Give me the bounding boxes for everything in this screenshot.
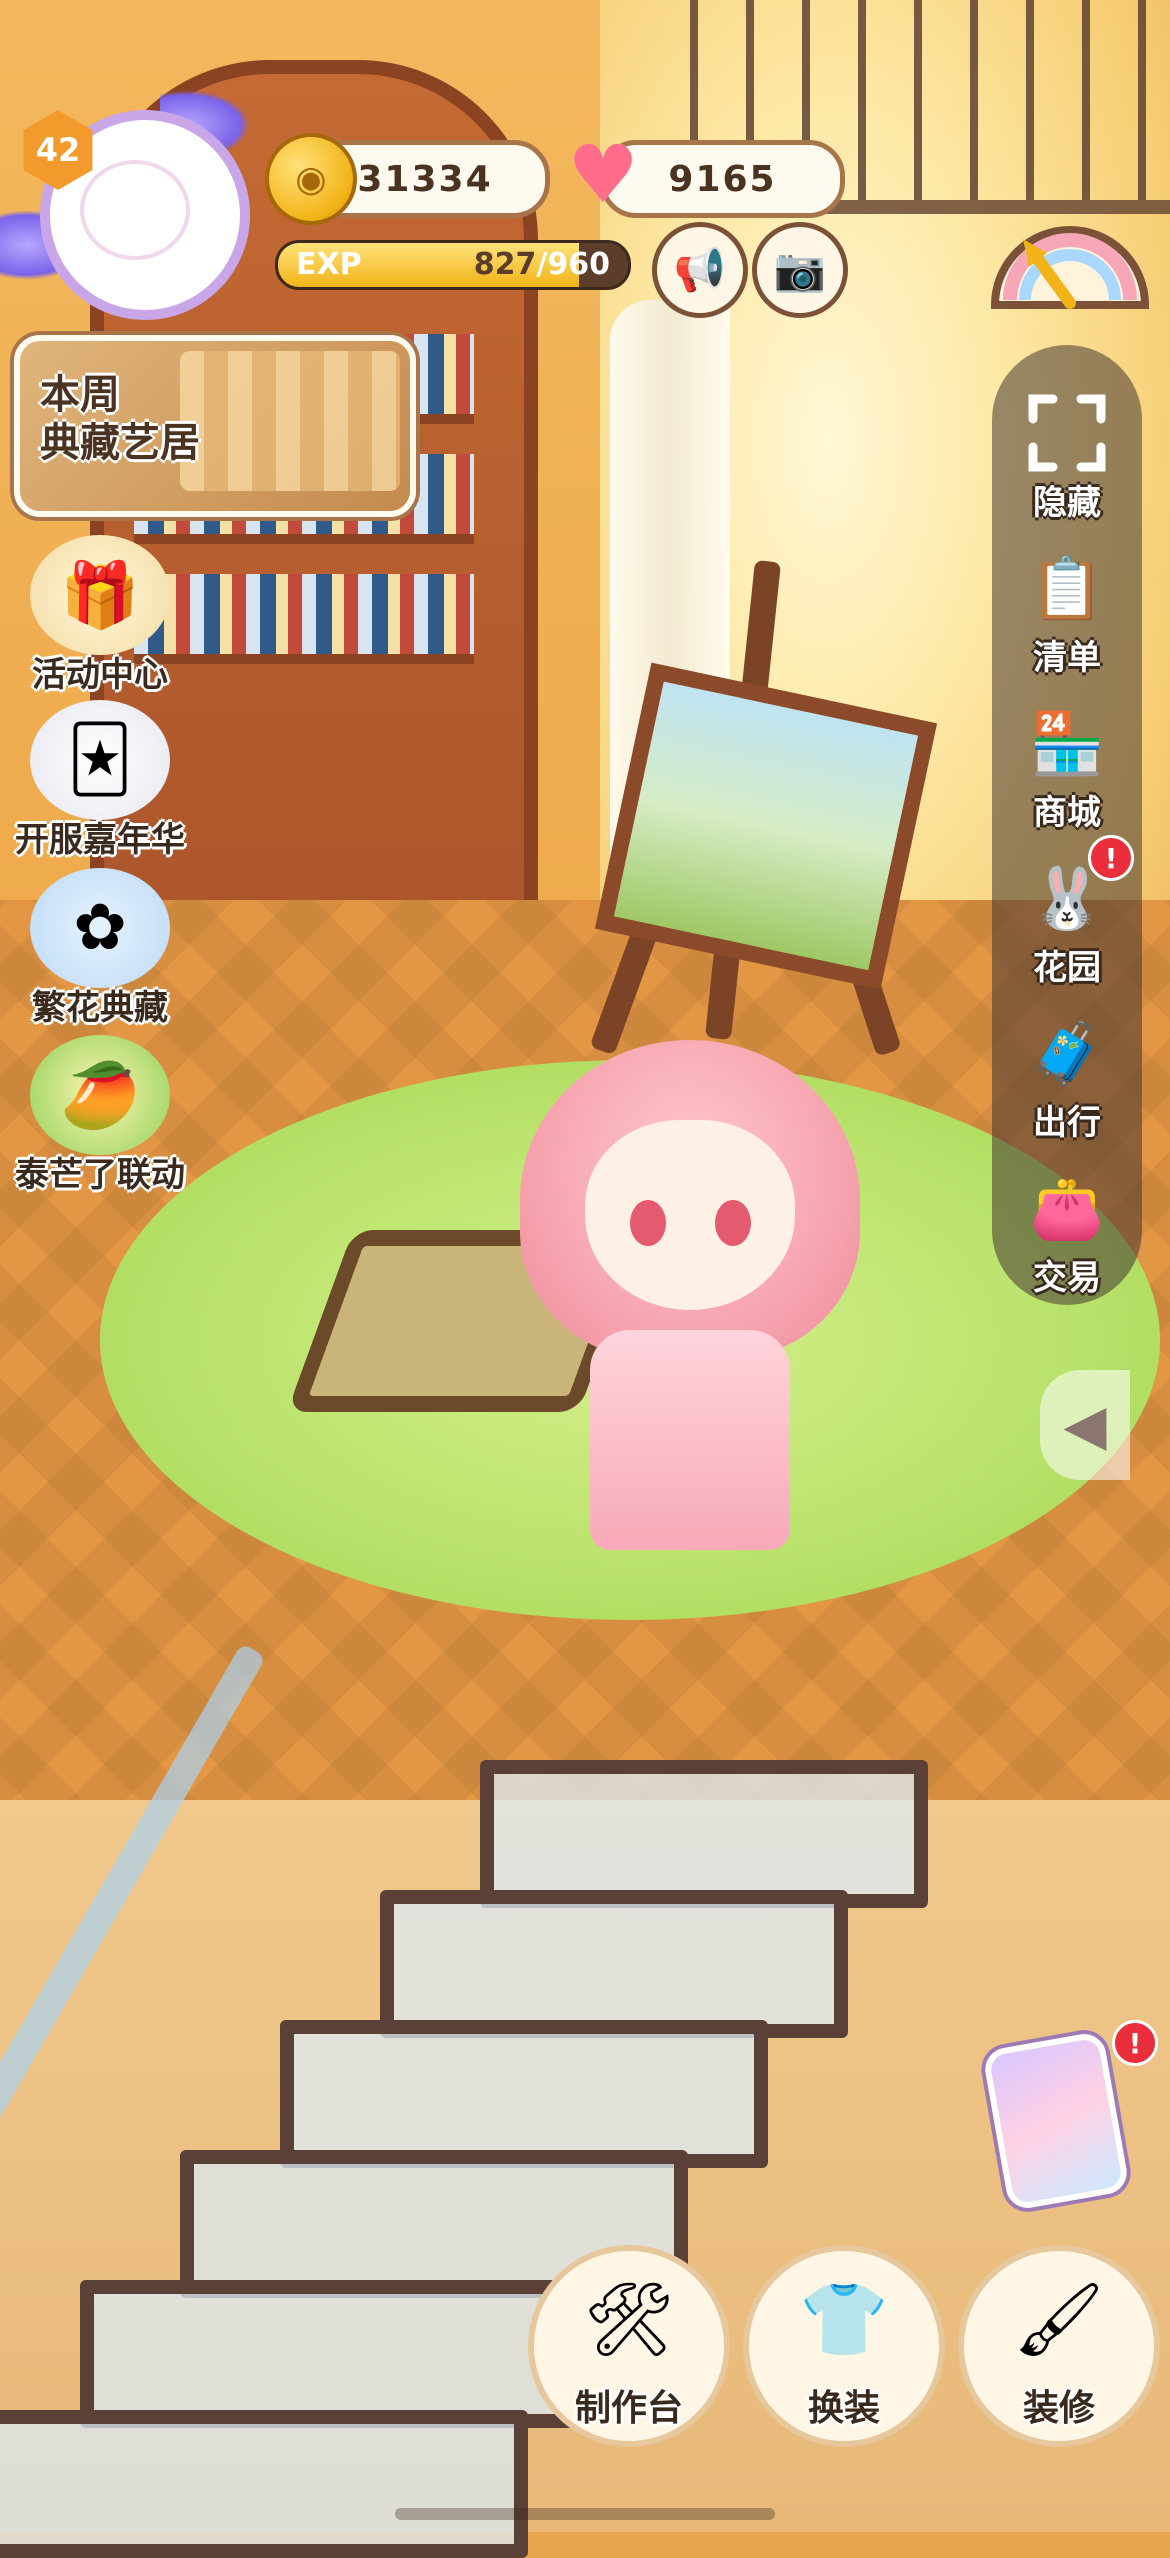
wallet-icon: 👛 xyxy=(1029,1173,1105,1244)
weekly-banner-line2: 典藏艺居 xyxy=(40,420,200,466)
frame-corners-icon xyxy=(1012,385,1122,481)
exp-max: /960 xyxy=(536,247,610,282)
character-face xyxy=(585,1120,795,1310)
blue-flowers-icon: ✿ xyxy=(30,868,170,988)
checklist-label: 清单 xyxy=(1033,638,1101,678)
shop-button[interactable]: 🏪 商城 xyxy=(992,695,1142,834)
phone-notification-badge: ! xyxy=(1112,2020,1158,2066)
server-carnival-label: 开服嘉年华 xyxy=(15,820,185,860)
gift-box-icon: 🎁 xyxy=(30,535,170,655)
hide-ui-label: 隐藏 xyxy=(1033,483,1101,523)
weekly-collection-banner[interactable]: 本周 典藏艺居 xyxy=(14,335,416,517)
workbench-icon: 🛠 xyxy=(583,2276,675,2361)
megaphone-icon: 📢 xyxy=(673,245,727,294)
outfit-label: 换装 xyxy=(807,2388,880,2429)
exp-label: EXP xyxy=(296,247,362,282)
workbench-label: 制作台 xyxy=(574,2388,683,2429)
workbench-button[interactable]: 🛠 制作台 xyxy=(528,2245,730,2447)
garden-label: 花园 xyxy=(1033,948,1101,988)
trade-label: 交易 xyxy=(1033,1258,1101,1298)
collab-event-button[interactable]: 🥭 泰芒了联动 xyxy=(0,1035,200,1196)
event-center-button[interactable]: 🎁 活动中心 xyxy=(0,535,200,696)
rabbit-coin-icon: ◉ xyxy=(265,133,357,225)
outfit-icon: 👕 xyxy=(799,2276,889,2361)
hide-ui-button[interactable]: 隐藏 xyxy=(992,385,1142,524)
exp-bar: EXP 827/960 xyxy=(275,240,631,290)
suitcase-icon: 🧳 xyxy=(1029,1018,1105,1089)
heart-amount: 9165 xyxy=(668,158,777,200)
travel-label: 出行 xyxy=(1033,1103,1101,1143)
paint-roller-icon: 🖌 xyxy=(1013,2276,1105,2361)
coin-amount: 31334 xyxy=(357,158,493,200)
mango-mascot-icon: 🥭 xyxy=(30,1035,170,1155)
rabbit-avatar-icon xyxy=(80,160,190,260)
checklist-icon: 📋 xyxy=(1029,553,1105,624)
shop-label: 商城 xyxy=(1033,793,1101,833)
exp-value: 827/960 xyxy=(474,247,610,282)
decorate-label: 装修 xyxy=(1022,2388,1095,2429)
rainbow-gauge-icon[interactable] xyxy=(985,205,1155,315)
checklist-button[interactable]: 📋 清单 xyxy=(992,540,1142,679)
travel-button[interactable]: 🧳 出行 xyxy=(992,1005,1142,1144)
camera-icon: 📷 xyxy=(773,245,827,294)
announcement-button[interactable]: 📢 xyxy=(652,222,748,318)
home-indicator[interactable] xyxy=(395,2508,775,2520)
player-character[interactable] xyxy=(500,1000,880,1580)
server-carnival-button[interactable]: 🃏 开服嘉年华 xyxy=(0,700,200,861)
jester-icon: 🃏 xyxy=(30,700,170,820)
weekly-banner-title: 本周 典藏艺居 xyxy=(40,371,200,467)
exp-current: 827 xyxy=(473,247,537,282)
outfit-button[interactable]: 👕 换装 xyxy=(743,2245,945,2447)
camera-button[interactable]: 📷 xyxy=(752,222,848,318)
painting-easel[interactable] xyxy=(580,559,938,1060)
event-center-label: 活动中心 xyxy=(32,655,168,695)
phone-icon xyxy=(981,2030,1131,2212)
character-outfit xyxy=(590,1330,790,1550)
decorate-button[interactable]: 🖌 装修 xyxy=(958,2245,1160,2447)
collapse-panel-button[interactable]: ◀ xyxy=(1040,1370,1130,1480)
flower-collection-label: 繁花典藏 xyxy=(32,988,168,1028)
flower-collection-button[interactable]: ✿ 繁花典藏 xyxy=(0,868,200,1029)
collab-event-label: 泰芒了联动 xyxy=(15,1155,185,1195)
trade-button[interactable]: 👛 交易 xyxy=(992,1160,1142,1299)
garden-notification-badge: ! xyxy=(1088,835,1134,881)
weekly-banner-line1: 本周 xyxy=(40,372,120,418)
shop-icon: 🏪 xyxy=(1029,708,1105,779)
triangle-left-icon: ◀ xyxy=(1063,1392,1107,1458)
room-preview-thumbnail xyxy=(180,351,400,491)
crystal-heart-icon: ♥ xyxy=(567,128,639,221)
